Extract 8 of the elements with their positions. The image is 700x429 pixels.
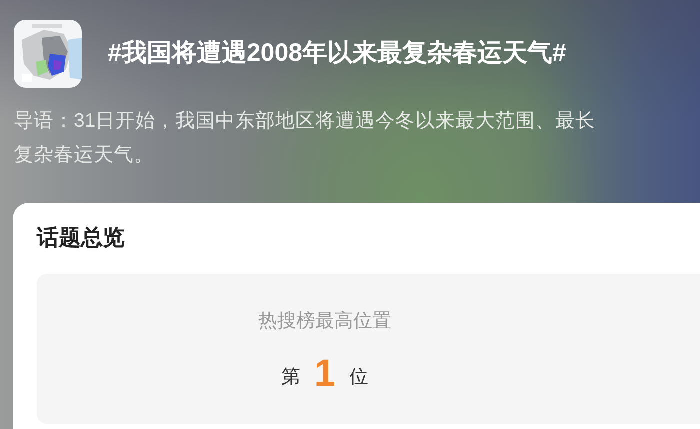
intro-text: 复杂春运天气。 [14,143,155,168]
rank-value: 1 [314,354,336,393]
rank-prefix: 第 [281,366,300,390]
intro-text: 导语：31日开始，我国中东部地区将遭遇今冬以来最大范围、最长 [14,109,597,134]
section-title: 话题总览 [37,225,125,250]
topic-title: #我国将遭遇2008年以来最复杂春运天气# [108,38,566,70]
stat-label: 热搜榜最高位置 [258,310,392,334]
rank-suffix: 位 [350,366,369,390]
